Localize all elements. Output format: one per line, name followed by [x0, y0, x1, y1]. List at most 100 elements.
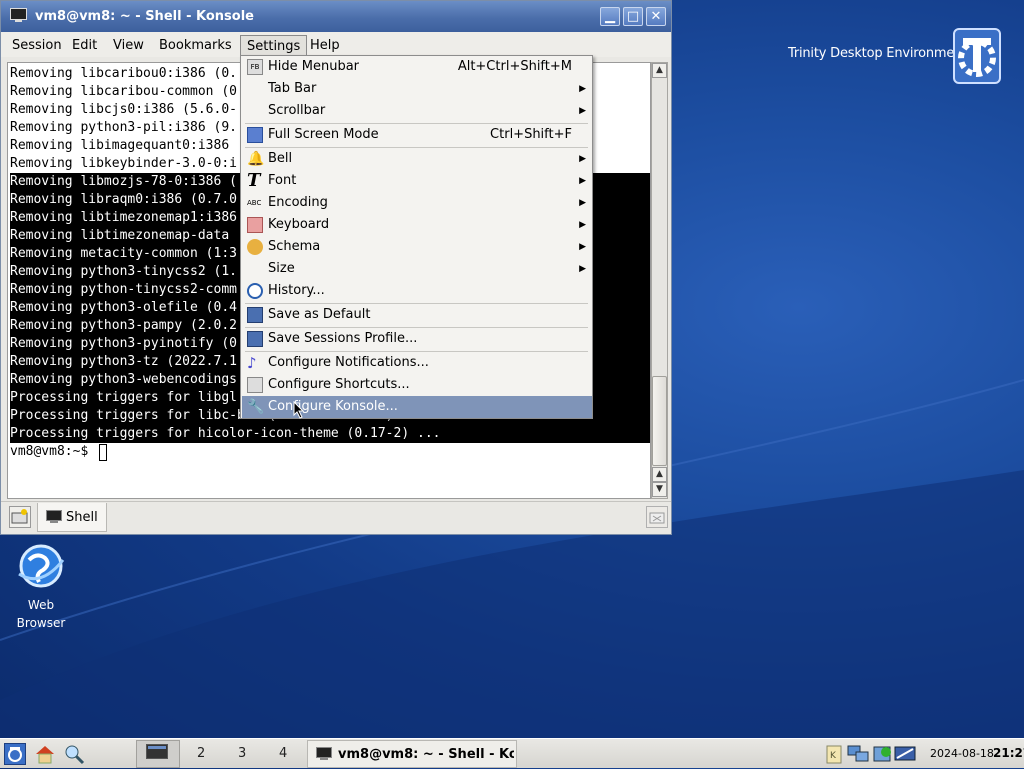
menu-item-schema[interactable]: Schema ▶: [242, 236, 592, 258]
maximize-button[interactable]: □: [623, 7, 643, 26]
menu-item-label: History...: [268, 283, 325, 298]
menu-item-label: Save Sessions Profile...: [268, 331, 418, 346]
menu-item-label: Size: [268, 261, 295, 276]
terminal-line: Removing libtimezonemap-data: [10, 228, 237, 243]
terminal-prompt: vm8@vm8:~$: [10, 444, 97, 459]
font-icon: T: [247, 170, 261, 191]
menu-help[interactable]: Help: [304, 35, 346, 57]
submenu-arrow-icon: ▶: [579, 84, 586, 94]
menu-item-full-screen[interactable]: Full Screen Mode Ctrl+Shift+F: [242, 124, 592, 146]
terminal-tab-icon: [46, 510, 62, 523]
close-tab-button[interactable]: [646, 506, 668, 528]
new-tab-button[interactable]: [9, 506, 31, 528]
terminal-scrollbar[interactable]: ▲ ▲ ▼: [651, 62, 668, 499]
scroll-up-button[interactable]: ▲: [652, 63, 667, 78]
menu-edit[interactable]: Edit: [66, 35, 103, 57]
klipper-tray-button[interactable]: K: [826, 743, 842, 765]
taskbar-konsole-task[interactable]: vm8@vm8: ~ - Shell - Konsole: [307, 740, 517, 768]
tab-label: Shell: [66, 510, 98, 525]
menu-view[interactable]: View: [107, 35, 150, 57]
menu-item-label: Configure Shortcuts...: [268, 377, 410, 392]
terminal-line: Processing triggers for libgl: [10, 390, 237, 405]
menu-item-label: Tab Bar: [268, 81, 317, 96]
close-button[interactable]: ✕: [646, 7, 666, 26]
menu-item-tab-bar[interactable]: Tab Bar ▶: [242, 78, 592, 100]
minimize-button[interactable]: ▁: [600, 7, 620, 26]
notifications-icon: ♪: [247, 354, 257, 372]
menu-item-label: Full Screen Mode: [268, 127, 379, 142]
menu-item-label: Bell: [268, 151, 293, 166]
shortcuts-icon: [247, 377, 263, 393]
menu-item-label: Keyboard: [268, 217, 330, 232]
tde-menu-icon: [8, 747, 22, 762]
menu-item-label: Encoding: [268, 195, 328, 210]
terminal-line: Removing libmozjs-78-0:i386 (: [10, 173, 237, 191]
fullscreen-icon: [247, 127, 263, 143]
clipboard-icon: K: [826, 745, 842, 764]
scroll-down-button[interactable]: ▼: [652, 482, 667, 497]
schema-icon: [247, 239, 263, 255]
menu-item-keyboard[interactable]: Keyboard ▶: [242, 214, 592, 236]
menu-bookmarks[interactable]: Bookmarks: [153, 35, 238, 57]
window-titlebar[interactable]: vm8@vm8: ~ - Shell - Konsole ▁ □ ✕: [1, 1, 671, 32]
terminal-line: Removing metacity-common (1:3: [10, 246, 237, 261]
submenu-arrow-icon: ▶: [579, 264, 586, 274]
clock-time[interactable]: 21:27: [993, 746, 1024, 760]
menu-item-hide-menubar[interactable]: FB Hide Menubar Alt+Ctrl+Shift+M: [242, 56, 592, 78]
menu-item-label: Scrollbar: [268, 103, 326, 118]
terminal-app-icon[interactable]: [10, 8, 27, 23]
menu-item-save-default[interactable]: Save as Default: [242, 304, 592, 326]
terminal-line: Removing libimagequant0:i386: [10, 138, 237, 153]
menu-item-scrollbar[interactable]: Scrollbar ▶: [242, 100, 592, 122]
clock-date[interactable]: 2024-08-18: [930, 747, 994, 760]
scroll-thumb[interactable]: [652, 376, 667, 466]
settings-menu: FB Hide Menubar Alt+Ctrl+Shift+M Tab Bar…: [240, 55, 593, 419]
scroll-up-small-button[interactable]: ▲: [652, 467, 667, 482]
menu-item-size[interactable]: Size ▶: [242, 258, 592, 280]
menu-item-configure-notifications[interactable]: ♪ Configure Notifications...: [242, 352, 592, 374]
menu-item-history[interactable]: History...: [242, 280, 592, 302]
menu-item-label: Configure Konsole...: [268, 399, 398, 414]
home-button[interactable]: [34, 743, 56, 765]
terminal-line: Removing python3-tinycss2 (1.: [10, 264, 237, 279]
update-tray-button[interactable]: [872, 743, 894, 765]
tab-shell[interactable]: Shell: [37, 503, 107, 532]
submenu-arrow-icon: ▶: [579, 106, 586, 116]
menu-session[interactable]: Session: [6, 35, 68, 57]
new-tab-icon: [11, 509, 28, 524]
web-browser-desktop-icon[interactable]: Web Browser: [4, 540, 78, 632]
terminal-line: Processing triggers for hicolor-icon-the…: [10, 426, 441, 441]
terminal-line: Removing python3-pil:i386 (9.: [10, 120, 237, 135]
menubar-icon: FB: [247, 59, 263, 75]
submenu-arrow-icon: ▶: [579, 242, 586, 252]
menu-item-font[interactable]: T Font ▶: [242, 170, 592, 192]
menu-item-bell[interactable]: 🔔 Bell ▶: [242, 148, 592, 170]
menu-settings[interactable]: Settings: [240, 35, 308, 57]
terminal-line: Removing libcaribou-common (0: [10, 84, 237, 99]
desktop-pager-4[interactable]: 4: [279, 746, 287, 761]
menu-item-encoding[interactable]: ABC Encoding ▶: [242, 192, 592, 214]
keyboard-icon: [247, 217, 263, 233]
terminal-cursor: [99, 444, 107, 461]
terminal-line: Removing libkeybinder-3.0-0:i: [10, 156, 237, 171]
find-files-button[interactable]: [63, 743, 85, 765]
window-title: vm8@vm8: ~ - Shell - Konsole: [35, 9, 254, 24]
network-tray-button[interactable]: [847, 743, 869, 765]
desktop-pager-2[interactable]: 2: [197, 746, 205, 761]
desktop-pager-1[interactable]: [136, 740, 180, 768]
menu-item-save-sessions-profile[interactable]: Save Sessions Profile...: [242, 328, 592, 350]
mouse-pointer-icon: [293, 401, 305, 419]
tde-menu-button[interactable]: [4, 743, 26, 765]
close-tab-icon: [649, 512, 665, 524]
display-tray-button[interactable]: [894, 743, 916, 765]
terminal-line: Removing python3-olefile (0.4: [10, 300, 237, 315]
menu-item-label: Font: [268, 173, 297, 188]
desktop-pager-3[interactable]: 3: [238, 746, 246, 761]
task-label: vm8@vm8: ~ - Shell - Konsole: [338, 747, 514, 762]
update-icon: [873, 746, 891, 762]
terminal-line: Removing python3-pampy (2.0.2: [10, 318, 237, 333]
home-icon: [36, 746, 54, 764]
menu-item-configure-shortcuts[interactable]: Configure Shortcuts...: [242, 374, 592, 396]
terminal-line: Removing libtimezonemap1:i386: [10, 210, 237, 225]
save-profile-icon: [247, 331, 263, 347]
